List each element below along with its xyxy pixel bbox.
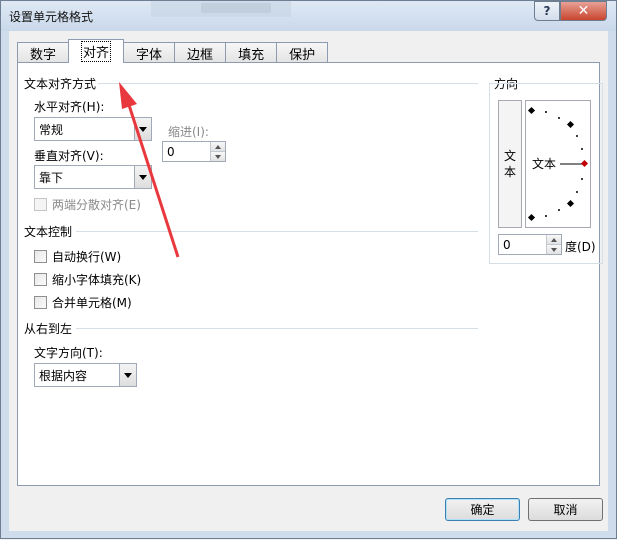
indent-spinner[interactable]: 0: [162, 141, 226, 162]
cancel-button[interactable]: 取消: [528, 498, 603, 521]
title-bar[interactable]: 设置单元格格式 ? ✕: [1, 1, 616, 31]
text-direction-select[interactable]: 根据内容: [34, 363, 137, 387]
text-direction-value: 根据内容: [39, 368, 88, 383]
format-cells-dialog: 设置单元格格式 ? ✕ 数字 对齐 字体 边框 填充 保护 文本对齐方式 水平对…: [0, 0, 617, 539]
vertical-text-char: 文: [503, 149, 516, 163]
dial-marker-upper: [566, 120, 575, 129]
indent-value: 0: [167, 144, 175, 159]
distributed-checkbox[interactable]: 两端分散对齐(E): [34, 196, 141, 213]
tab-label: 数字: [30, 47, 57, 63]
text-control-group-label: 文本控制: [24, 225, 73, 239]
checkbox-box[interactable]: [34, 273, 47, 286]
dial-dot: [545, 215, 547, 217]
vertical-align-label: 垂直对齐(V):: [34, 149, 104, 163]
checkbox-box[interactable]: [34, 250, 47, 263]
dial-marker-top: [527, 106, 536, 115]
dial-dot: [581, 148, 583, 150]
tab-border[interactable]: 边框: [174, 42, 227, 63]
text-alignment-group-label: 文本对齐方式: [24, 77, 97, 91]
tab-strip: 数字 对齐 字体 边框 填充 保护: [17, 39, 329, 63]
shrink-to-fit-label: 缩小字体填充(K): [52, 273, 142, 287]
dropdown-arrow-icon[interactable]: [134, 166, 151, 188]
close-icon: ✕: [577, 3, 590, 19]
dial-dot: [558, 209, 560, 211]
help-button[interactable]: ?: [534, 1, 560, 21]
spin-down-icon[interactable]: [547, 244, 561, 254]
close-button[interactable]: ✕: [560, 1, 607, 21]
orientation-dial-graphic[interactable]: 文本: [526, 101, 590, 227]
checkbox-box[interactable]: [34, 296, 47, 309]
background-ghost-text: [201, 3, 271, 13]
vertical-text-char: 本: [503, 165, 516, 179]
orientation-dial[interactable]: 文本: [525, 100, 591, 228]
tab-fill[interactable]: 填充: [225, 42, 278, 63]
spin-up-icon[interactable]: [211, 142, 225, 151]
tab-number[interactable]: 数字: [17, 42, 70, 63]
spin-up-icon[interactable]: [547, 235, 561, 244]
horizontal-align-label: 水平对齐(H):: [34, 100, 105, 114]
dial-dot: [576, 135, 578, 137]
distributed-label: 两端分散对齐(E): [52, 198, 141, 212]
wrap-text-checkbox[interactable]: 自动换行(W): [34, 248, 121, 265]
dial-dot: [581, 178, 583, 180]
vertical-text-button[interactable]: 文 本: [498, 100, 522, 228]
alignment-panel: 文本对齐方式 水平对齐(H): 常规 缩进(I): 0 垂直对齐(V): 靠下: [17, 62, 603, 486]
merge-cells-label: 合并单元格(M): [52, 296, 132, 310]
dial-marker-lower: [566, 199, 575, 208]
tab-protection[interactable]: 保护: [276, 42, 329, 63]
tab-font[interactable]: 字体: [123, 42, 176, 63]
group-divider: [76, 328, 478, 329]
dial-dot: [545, 111, 547, 113]
degrees-label: 度(D): [565, 240, 596, 254]
tab-alignment[interactable]: 对齐: [68, 39, 125, 63]
spin-down-icon[interactable]: [211, 151, 225, 161]
orientation-box: 文 本 文本 0 度(D): [489, 83, 603, 264]
cancel-button-label: 取消: [553, 503, 578, 517]
group-divider: [98, 83, 478, 84]
help-icon: ?: [543, 4, 551, 18]
dial-marker-bottom: [527, 213, 536, 222]
dial-dot: [576, 191, 578, 193]
shrink-to-fit-checkbox[interactable]: 缩小字体填充(K): [34, 271, 141, 288]
horizontal-align-value: 常规: [39, 122, 64, 137]
dialog-client: 数字 对齐 字体 边框 填充 保护 文本对齐方式 水平对齐(H): 常规 缩进(…: [9, 31, 608, 531]
merge-cells-checkbox[interactable]: 合并单元格(M): [34, 294, 132, 311]
tab-label: 字体: [136, 47, 163, 63]
rtl-group-label: 从右到左: [24, 322, 73, 336]
ok-button[interactable]: 确定: [445, 498, 520, 521]
tab-label: 对齐: [81, 41, 112, 62]
vertical-align-select[interactable]: 靠下: [34, 165, 152, 189]
tab-label: 保护: [289, 47, 316, 63]
horizontal-align-select[interactable]: 常规: [34, 117, 152, 141]
text-direction-label: 文字方向(T):: [34, 346, 103, 360]
degrees-value: 0: [503, 237, 511, 252]
dialog-title: 设置单元格格式: [9, 10, 94, 24]
vertical-align-value: 靠下: [39, 170, 64, 185]
indent-label: 缩进(I):: [168, 125, 209, 139]
dial-dot: [558, 117, 560, 119]
tab-label: 填充: [238, 47, 265, 63]
wrap-text-label: 自动换行(W): [52, 250, 122, 264]
dropdown-arrow-icon[interactable]: [119, 364, 136, 386]
ok-button-label: 确定: [470, 503, 495, 517]
tab-label: 边框: [187, 47, 214, 63]
dial-text: 文本: [532, 156, 556, 171]
dial-marker-current: [580, 159, 589, 168]
dropdown-arrow-icon[interactable]: [134, 118, 151, 140]
checkbox-box[interactable]: [34, 198, 47, 211]
group-divider: [76, 231, 478, 232]
degrees-spinner[interactable]: 0: [498, 234, 562, 255]
